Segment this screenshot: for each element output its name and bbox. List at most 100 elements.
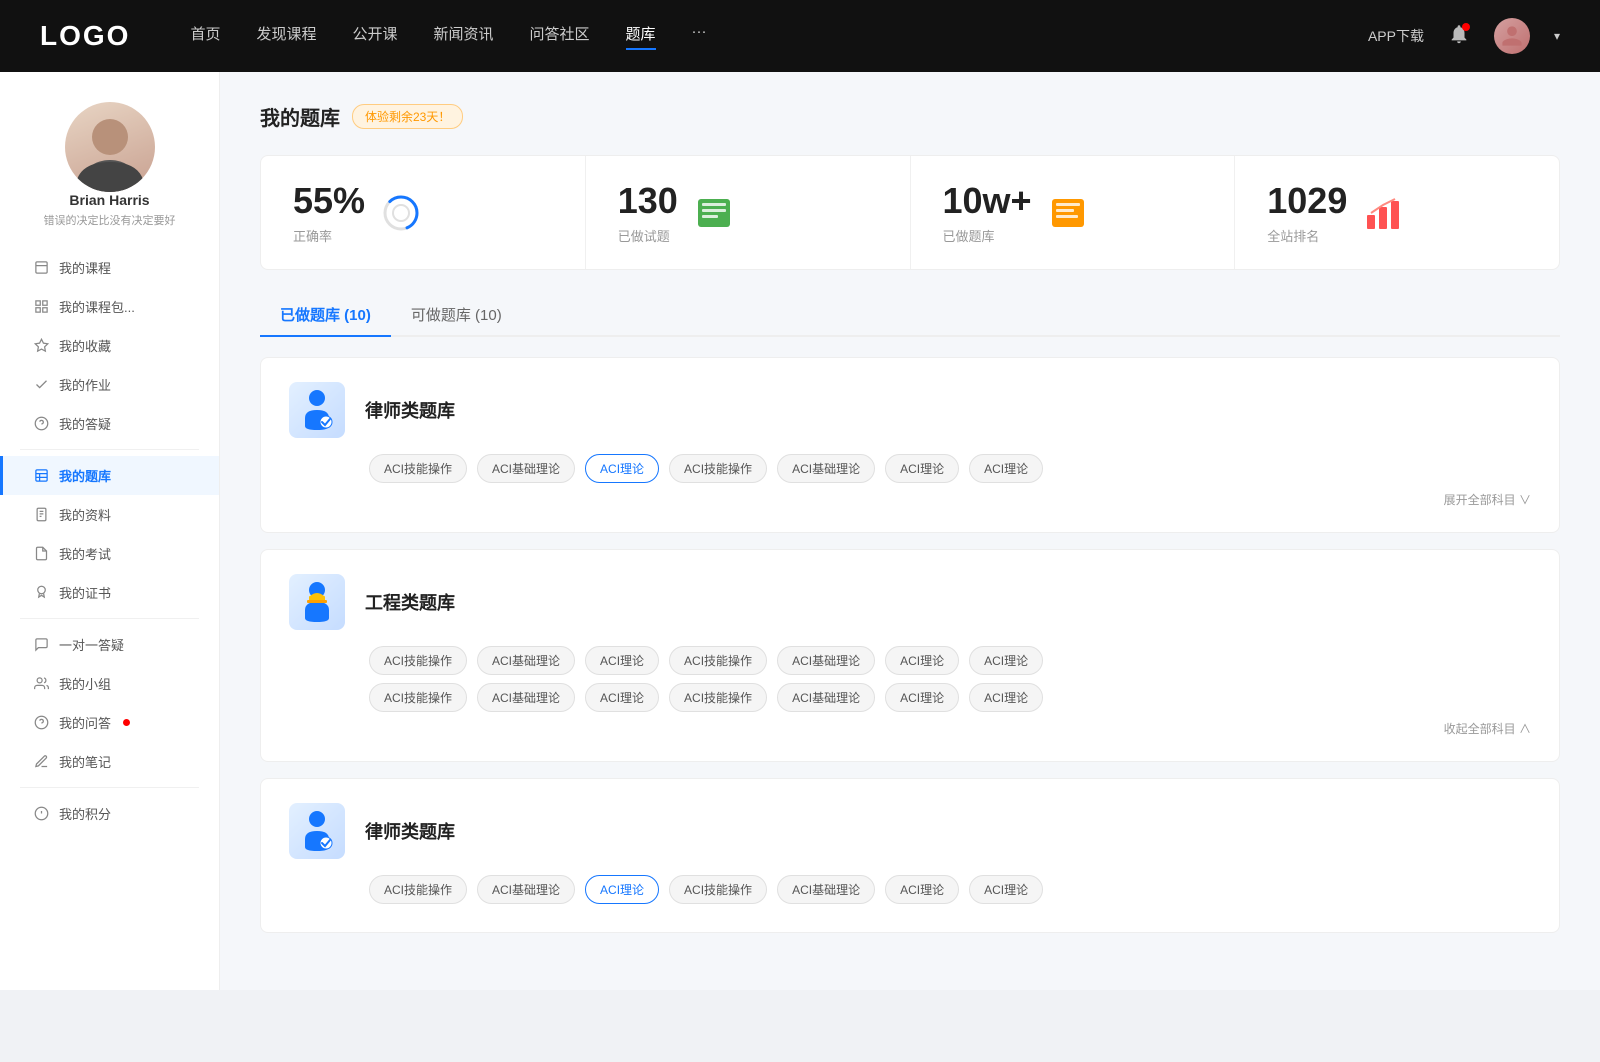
group-icon: [33, 676, 49, 692]
sidebar-item-homework[interactable]: 我的作业: [0, 365, 219, 404]
tag-1-6[interactable]: ACI理论: [969, 646, 1043, 675]
tag-1-3[interactable]: ACI技能操作: [669, 646, 767, 675]
tag-1-0[interactable]: ACI技能操作: [369, 646, 467, 675]
done-banks-icon: [1048, 193, 1088, 233]
sidebar-item-course[interactable]: 我的课程: [0, 248, 219, 287]
tag-2-0[interactable]: ACI技能操作: [369, 875, 467, 904]
sidebar-label-points: 我的积分: [59, 804, 111, 823]
qbank-tags-row2-1: ACI技能操作 ACI基础理论 ACI理论 ACI技能操作 ACI基础理论 AC…: [289, 683, 1531, 712]
tab-done[interactable]: 已做题库 (10): [260, 294, 391, 337]
tag-1-4[interactable]: ACI基础理论: [777, 646, 875, 675]
app-download-button[interactable]: APP下载: [1368, 26, 1424, 46]
tag-2-3[interactable]: ACI技能操作: [669, 875, 767, 904]
nav-more[interactable]: ···: [692, 23, 707, 50]
sidebar-divider-1: [20, 449, 199, 450]
avatar-dropdown-arrow[interactable]: ▾: [1554, 29, 1560, 43]
navbar: LOGO 首页 发现课程 公开课 新闻资讯 问答社区 题库 ··· APP下载 …: [0, 0, 1600, 72]
stat-rank: 1029 全站排名: [1235, 156, 1559, 269]
sidebar-label-package: 我的课程包...: [59, 297, 135, 316]
sidebar-item-qa-personal[interactable]: 我的答疑: [0, 404, 219, 443]
tag-1-r2-5[interactable]: ACI理论: [885, 683, 959, 712]
tag-1-r2-3[interactable]: ACI技能操作: [669, 683, 767, 712]
sidebar-item-package[interactable]: 我的课程包...: [0, 287, 219, 326]
tag-0-6[interactable]: ACI理论: [969, 454, 1043, 483]
tag-0-2[interactable]: ACI理论: [585, 454, 659, 483]
rank-group: 1029 全站排名: [1267, 180, 1347, 245]
sidebar-item-material[interactable]: 我的资料: [0, 495, 219, 534]
done-questions-number: 130: [618, 180, 678, 222]
sidebar-label-homework: 我的作业: [59, 375, 111, 394]
tag-2-2[interactable]: ACI理论: [585, 875, 659, 904]
qbank-card-1: 工程类题库 ACI技能操作 ACI基础理论 ACI理论 ACI技能操作 ACI基…: [260, 549, 1560, 762]
nav-home[interactable]: 首页: [190, 23, 220, 50]
tag-0-5[interactable]: ACI理论: [885, 454, 959, 483]
collapse-btn-1[interactable]: 收起全部科目 ∧: [289, 720, 1531, 737]
sidebar-label-qa-personal: 我的答疑: [59, 414, 111, 433]
accuracy-label: 正确率: [293, 226, 365, 245]
lawyer-icon-2: [289, 803, 345, 859]
rank-icon: [1363, 193, 1403, 233]
sidebar-item-note[interactable]: 我的笔记: [0, 742, 219, 781]
one-on-one-icon: [33, 637, 49, 653]
nav-news[interactable]: 新闻资讯: [434, 23, 494, 50]
sidebar-item-points[interactable]: 我的积分: [0, 794, 219, 833]
stat-done-questions: 130 已做试题: [586, 156, 911, 269]
material-icon: [33, 507, 49, 523]
qbank-tags-0: ACI技能操作 ACI基础理论 ACI理论 ACI技能操作 ACI基础理论 AC…: [289, 454, 1531, 483]
nav-qa[interactable]: 问答社区: [530, 23, 590, 50]
sidebar-item-qbank[interactable]: 我的题库: [0, 456, 219, 495]
done-banks-label: 已做题库: [943, 226, 1032, 245]
nav-qbank[interactable]: 题库: [626, 23, 656, 50]
sidebar-label-course: 我的课程: [59, 258, 111, 277]
tag-2-4[interactable]: ACI基础理论: [777, 875, 875, 904]
tag-1-r2-6[interactable]: ACI理论: [969, 683, 1043, 712]
tabs: 已做题库 (10) 可做题库 (10): [260, 294, 1560, 337]
page-header: 我的题库 体验剩余23天！: [260, 102, 1560, 131]
accuracy-number: 55%: [293, 180, 365, 222]
tag-1-1[interactable]: ACI基础理论: [477, 646, 575, 675]
nav-links: 首页 发现课程 公开课 新闻资讯 问答社区 题库 ···: [190, 23, 1368, 50]
notification-dot: [1462, 23, 1470, 31]
tag-1-r2-0[interactable]: ACI技能操作: [369, 683, 467, 712]
tab-todo[interactable]: 可做题库 (10): [391, 294, 522, 337]
trial-badge: 体验剩余23天！: [352, 104, 463, 129]
question-icon: [33, 416, 49, 432]
qbank-title-1: 工程类题库: [365, 589, 455, 615]
nav-discover[interactable]: 发现课程: [256, 23, 316, 50]
nav-open-course[interactable]: 公开课: [352, 23, 397, 50]
sidebar-item-exam[interactable]: 我的考试: [0, 534, 219, 573]
logo[interactable]: LOGO: [40, 20, 130, 52]
tag-1-r2-4[interactable]: ACI基础理论: [777, 683, 875, 712]
exam-icon: [33, 546, 49, 562]
course-icon: [33, 260, 49, 276]
sidebar-label-my-qa: 我的问答: [59, 713, 111, 732]
package-icon: [33, 299, 49, 315]
expand-btn-0[interactable]: 展开全部科目 ∨: [289, 491, 1531, 508]
lawyer-icon-0: [289, 382, 345, 438]
tag-0-3[interactable]: ACI技能操作: [669, 454, 767, 483]
user-avatar: [65, 102, 155, 192]
tag-0-0[interactable]: ACI技能操作: [369, 454, 467, 483]
tag-1-r2-2[interactable]: ACI理论: [585, 683, 659, 712]
sidebar-item-group[interactable]: 我的小组: [0, 664, 219, 703]
cert-icon: [33, 585, 49, 601]
tag-1-r2-1[interactable]: ACI基础理论: [477, 683, 575, 712]
tag-2-6[interactable]: ACI理论: [969, 875, 1043, 904]
tag-0-1[interactable]: ACI基础理论: [477, 454, 575, 483]
avatar[interactable]: [1494, 18, 1530, 54]
tag-2-1[interactable]: ACI基础理论: [477, 875, 575, 904]
tag-1-2[interactable]: ACI理论: [585, 646, 659, 675]
stats-row: 55% 正确率 130 已做试题: [260, 155, 1560, 270]
sidebar-item-one-on-one[interactable]: 一对一答疑: [0, 625, 219, 664]
tag-2-5[interactable]: ACI理论: [885, 875, 959, 904]
nav-right: APP下载 ▾: [1368, 18, 1560, 54]
qbank-title-0: 律师类题库: [365, 397, 455, 423]
sidebar-item-favorites[interactable]: 我的收藏: [0, 326, 219, 365]
sidebar-item-my-qa[interactable]: 我的问答: [0, 703, 219, 742]
notification-bell[interactable]: [1448, 23, 1470, 50]
qbank-title-2: 律师类题库: [365, 818, 455, 844]
qbank-icon: [33, 468, 49, 484]
tag-0-4[interactable]: ACI基础理论: [777, 454, 875, 483]
sidebar-item-cert[interactable]: 我的证书: [0, 573, 219, 612]
tag-1-5[interactable]: ACI理论: [885, 646, 959, 675]
